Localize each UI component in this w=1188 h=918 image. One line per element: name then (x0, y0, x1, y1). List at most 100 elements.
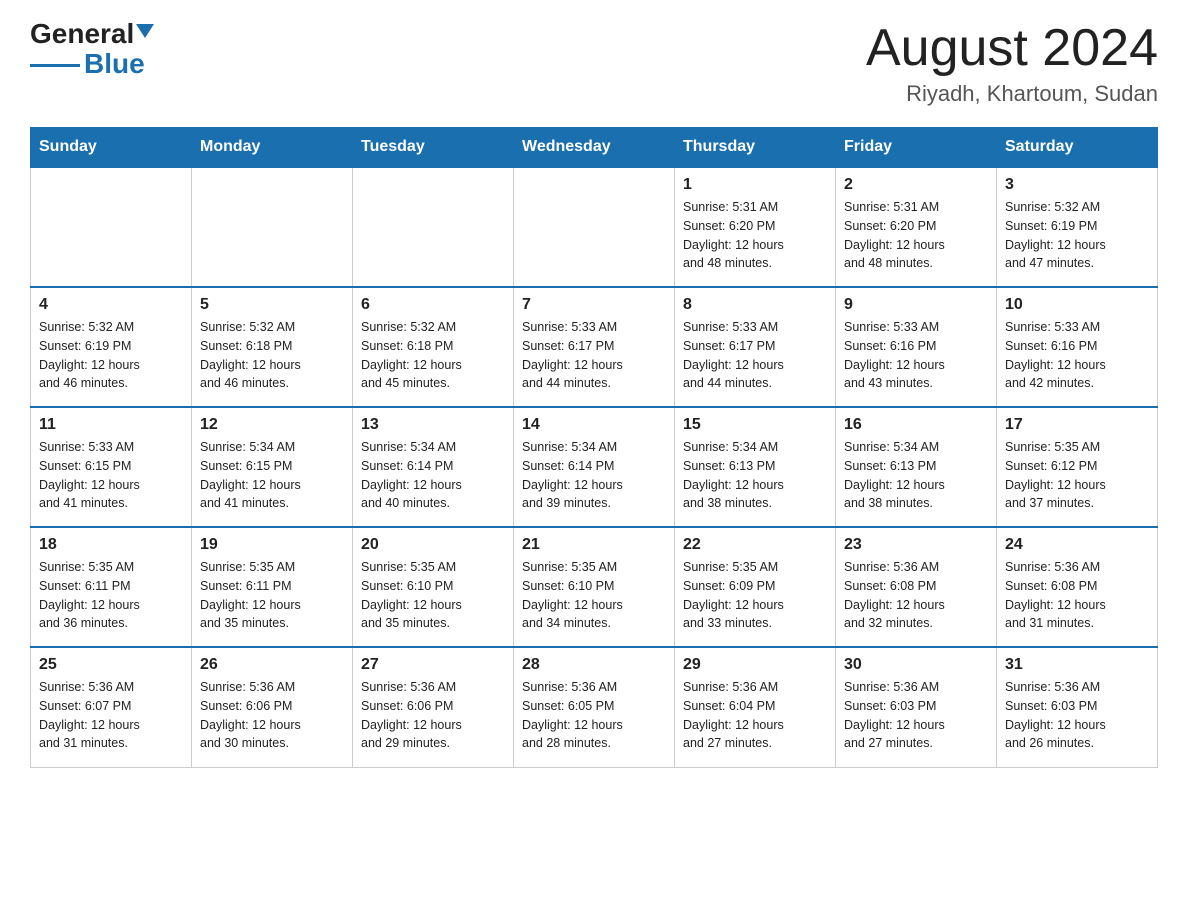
calendar-day-cell: 14Sunrise: 5:34 AM Sunset: 6:14 PM Dayli… (514, 407, 675, 527)
day-info-text: Sunrise: 5:36 AM Sunset: 6:06 PM Dayligh… (200, 678, 344, 753)
calendar-week-row: 18 Sunrise: 5:35 AM Sunset: 6:11 PM Dayli… (31, 527, 1158, 647)
day-info-text: Sunrise: 5:36 AM Sunset: 6:08 PM Dayligh… (844, 558, 988, 633)
calendar-day-cell: 9 Sunrise: 5:33 AM Sunset: 6:16 PM Daylig… (836, 287, 997, 407)
day-number: 16 (844, 416, 988, 434)
day-number: 24 (1005, 536, 1149, 554)
calendar-day-cell: 13 Sunrise: 5:34 AM Sunset: 6:14 PM Dayli… (353, 407, 514, 527)
calendar-day-cell: 29 Sunrise: 5:36 AM Sunset: 6:04 PM Dayli… (675, 647, 836, 767)
calendar-day-cell: 23 Sunrise: 5:36 AM Sunset: 6:08 PM Dayli… (836, 527, 997, 647)
day-number: 29 (683, 656, 827, 674)
day-number: 20 (361, 536, 505, 554)
day-info-text: Sunrise: 5:36 AM Sunset: 6:06 PM Dayligh… (361, 678, 505, 753)
logo-general-text: General (30, 20, 134, 48)
logo-triangle-icon (136, 24, 154, 38)
day-number: 31 (1005, 656, 1149, 674)
logo-line-left (30, 64, 80, 67)
calendar-day-cell: 26 Sunrise: 5:36 AM Sunset: 6:06 PM Dayli… (192, 647, 353, 767)
calendar-day-cell: 2Sunrise: 5:31 AM Sunset: 6:20 PM Daylig… (836, 167, 997, 287)
day-info-text: Sunrise: 5:35 AM Sunset: 6:09 PM Dayligh… (683, 558, 827, 633)
day-info-text: Sunrise: 5:36 AM Sunset: 6:05 PM Dayligh… (522, 678, 666, 753)
month-title: August 2024 (866, 20, 1158, 77)
day-number: 9 (844, 296, 988, 314)
day-number: 13 (361, 416, 505, 434)
day-number: 8 (683, 296, 827, 314)
day-number: 14 (522, 416, 666, 434)
day-info-text: Sunrise: 5:36 AM Sunset: 6:08 PM Dayligh… (1005, 558, 1149, 633)
day-info-text: Sunrise: 5:33 AM Sunset: 6:17 PM Dayligh… (683, 318, 827, 393)
calendar-day-cell: 31 Sunrise: 5:36 AM Sunset: 6:03 PM Dayli… (997, 647, 1158, 767)
day-number: 10 (1005, 296, 1149, 314)
day-of-week-header: Tuesday (353, 128, 514, 168)
calendar-week-row: 25Sunrise: 5:36 AM Sunset: 6:07 PM Dayli… (31, 647, 1158, 767)
day-number: 28 (522, 656, 666, 674)
calendar-day-cell: 16 Sunrise: 5:34 AM Sunset: 6:13 PM Dayli… (836, 407, 997, 527)
day-number: 12 (200, 416, 344, 434)
day-number: 26 (200, 656, 344, 674)
day-info-text: Sunrise: 5:36 AM Sunset: 6:04 PM Dayligh… (683, 678, 827, 753)
calendar-day-cell: 11Sunrise: 5:33 AM Sunset: 6:15 PM Dayli… (31, 407, 192, 527)
calendar-day-cell: 25Sunrise: 5:36 AM Sunset: 6:07 PM Dayli… (31, 647, 192, 767)
calendar-day-cell: 3Sunrise: 5:32 AM Sunset: 6:19 PM Daylig… (997, 167, 1158, 287)
day-info-text: Sunrise: 5:35 AM Sunset: 6:11 PM Dayligh… (200, 558, 344, 633)
logo: General Blue (30, 20, 154, 78)
day-number: 11 (39, 416, 183, 434)
day-info-text: Sunrise: 5:35 AM Sunset: 6:10 PM Dayligh… (522, 558, 666, 633)
day-of-week-header: Wednesday (514, 128, 675, 168)
day-info-text: Sunrise: 5:36 AM Sunset: 6:03 PM Dayligh… (1005, 678, 1149, 753)
day-info-text: Sunrise: 5:35 AM Sunset: 6:10 PM Dayligh… (361, 558, 505, 633)
day-of-week-header: Monday (192, 128, 353, 168)
day-info-text: Sunrise: 5:33 AM Sunset: 6:16 PM Dayligh… (1005, 318, 1149, 393)
calendar-day-cell (514, 167, 675, 287)
logo-blue-text: Blue (84, 50, 145, 78)
calendar-day-cell: 8 Sunrise: 5:33 AM Sunset: 6:17 PM Daylig… (675, 287, 836, 407)
day-info-text: Sunrise: 5:33 AM Sunset: 6:16 PM Dayligh… (844, 318, 988, 393)
calendar-week-row: 11Sunrise: 5:33 AM Sunset: 6:15 PM Dayli… (31, 407, 1158, 527)
day-number: 21 (522, 536, 666, 554)
day-of-week-header: Saturday (997, 128, 1158, 168)
day-number: 18 (39, 536, 183, 554)
day-of-week-header: Thursday (675, 128, 836, 168)
day-of-week-header: Sunday (31, 128, 192, 168)
day-info-text: Sunrise: 5:34 AM Sunset: 6:13 PM Dayligh… (683, 438, 827, 513)
day-info-text: Sunrise: 5:32 AM Sunset: 6:18 PM Dayligh… (200, 318, 344, 393)
calendar-day-cell: 24 Sunrise: 5:36 AM Sunset: 6:08 PM Dayli… (997, 527, 1158, 647)
day-number: 25 (39, 656, 183, 674)
calendar-day-cell: 19 Sunrise: 5:35 AM Sunset: 6:11 PM Dayli… (192, 527, 353, 647)
day-info-text: Sunrise: 5:32 AM Sunset: 6:19 PM Dayligh… (39, 318, 183, 393)
calendar-day-cell (31, 167, 192, 287)
day-number: 19 (200, 536, 344, 554)
calendar-day-cell: 4 Sunrise: 5:32 AM Sunset: 6:19 PM Daylig… (31, 287, 192, 407)
day-info-text: Sunrise: 5:34 AM Sunset: 6:13 PM Dayligh… (844, 438, 988, 513)
day-number: 23 (844, 536, 988, 554)
day-info-text: Sunrise: 5:32 AM Sunset: 6:18 PM Dayligh… (361, 318, 505, 393)
title-block: August 2024 Riyadh, Khartoum, Sudan (866, 20, 1158, 107)
calendar-day-cell: 7Sunrise: 5:33 AM Sunset: 6:17 PM Daylig… (514, 287, 675, 407)
day-info-text: Sunrise: 5:34 AM Sunset: 6:14 PM Dayligh… (361, 438, 505, 513)
day-number: 4 (39, 296, 183, 314)
calendar-day-cell: 15 Sunrise: 5:34 AM Sunset: 6:13 PM Dayli… (675, 407, 836, 527)
day-number: 30 (844, 656, 988, 674)
calendar-day-cell: 21 Sunrise: 5:35 AM Sunset: 6:10 PM Dayli… (514, 527, 675, 647)
day-info-text: Sunrise: 5:32 AM Sunset: 6:19 PM Dayligh… (1005, 198, 1149, 273)
calendar-day-cell: 20 Sunrise: 5:35 AM Sunset: 6:10 PM Dayli… (353, 527, 514, 647)
day-number: 15 (683, 416, 827, 434)
calendar-day-cell: 1Sunrise: 5:31 AM Sunset: 6:20 PM Daylig… (675, 167, 836, 287)
day-number: 1 (683, 176, 827, 194)
calendar-day-cell: 18 Sunrise: 5:35 AM Sunset: 6:11 PM Dayli… (31, 527, 192, 647)
location-subtitle: Riyadh, Khartoum, Sudan (866, 81, 1158, 107)
day-number: 27 (361, 656, 505, 674)
day-info-text: Sunrise: 5:35 AM Sunset: 6:12 PM Dayligh… (1005, 438, 1149, 513)
page-header: General Blue August 2024 Riyadh, Khartou… (30, 20, 1158, 107)
calendar-day-cell: 30Sunrise: 5:36 AM Sunset: 6:03 PM Dayli… (836, 647, 997, 767)
calendar-day-cell (353, 167, 514, 287)
calendar-header-row: SundayMondayTuesdayWednesdayThursdayFrid… (31, 128, 1158, 168)
calendar-table: SundayMondayTuesdayWednesdayThursdayFrid… (30, 127, 1158, 768)
day-number: 17 (1005, 416, 1149, 434)
calendar-day-cell: 28 Sunrise: 5:36 AM Sunset: 6:05 PM Dayli… (514, 647, 675, 767)
day-info-text: Sunrise: 5:34 AM Sunset: 6:15 PM Dayligh… (200, 438, 344, 513)
day-number: 6 (361, 296, 505, 314)
day-info-text: Sunrise: 5:35 AM Sunset: 6:11 PM Dayligh… (39, 558, 183, 633)
calendar-day-cell (192, 167, 353, 287)
calendar-day-cell: 5Sunrise: 5:32 AM Sunset: 6:18 PM Daylig… (192, 287, 353, 407)
day-number: 7 (522, 296, 666, 314)
